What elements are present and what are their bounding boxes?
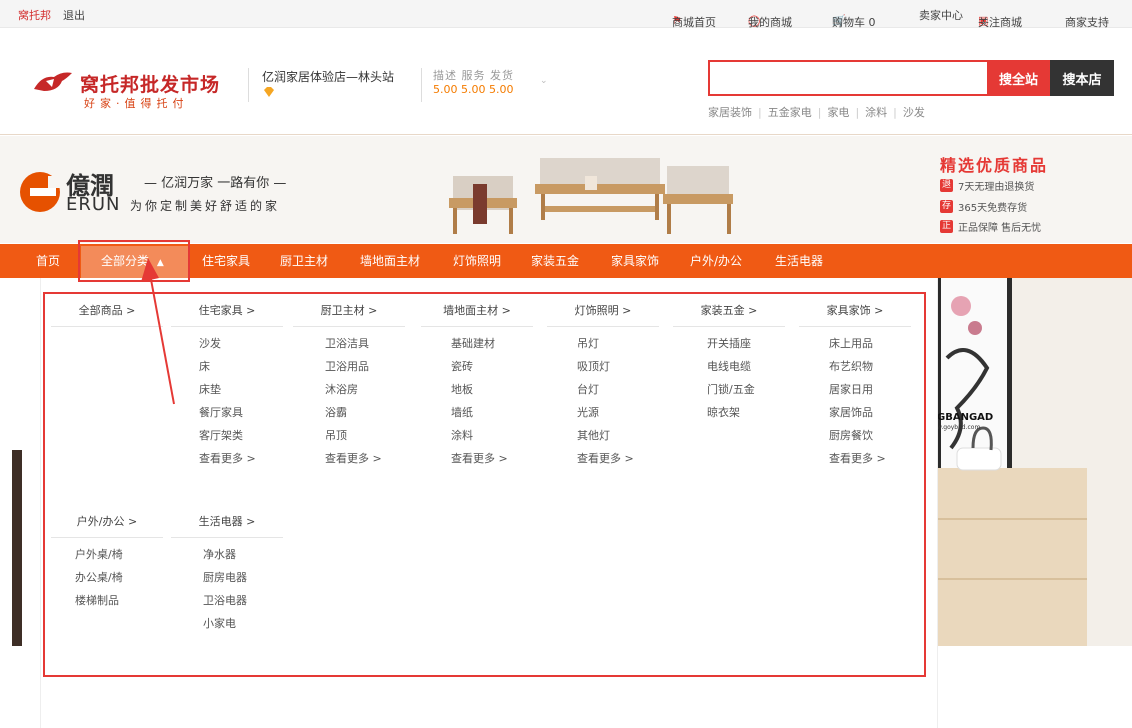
nav-item[interactable]: 灯饰照明 bbox=[453, 244, 501, 278]
divider bbox=[248, 68, 249, 102]
sticker-text: GBANGAD bbox=[937, 412, 994, 423]
chevron-down-icon[interactable]: ⌄ bbox=[540, 76, 548, 86]
slogan-2: 为你定制美好舒适的家 bbox=[130, 199, 281, 213]
background-image-strip bbox=[12, 450, 22, 646]
site-name-link[interactable]: 窝托邦 bbox=[18, 7, 51, 23]
score-values: 5.00 5.00 5.00 bbox=[433, 83, 514, 96]
promo-item: 存 365天免费存货 bbox=[940, 200, 1028, 214]
top-bar: 窝托邦 退出 ⚑ 商城首页 ◯ 我的商城 ⌄ 🛒 购物车 0 ⌄ 卖家中心 ▣ 关注… bbox=[0, 0, 1132, 29]
hot-keyword-link[interactable]: 家居装饰 bbox=[708, 106, 752, 119]
search-all-button[interactable]: 搜全站 bbox=[987, 60, 1050, 96]
search-input[interactable] bbox=[708, 60, 987, 96]
nav-home[interactable]: 首页 bbox=[36, 244, 60, 278]
hot-keyword-link[interactable]: 沙发 bbox=[903, 106, 925, 119]
hot-keywords: 家居装饰 | 五金家电 | 家电 | 涂料 | 沙发 bbox=[708, 106, 925, 119]
slogan-1: — 亿润万家 一路有你 — bbox=[144, 176, 287, 191]
chevron-down-icon: ⌄ bbox=[1067, 14, 1077, 27]
chevron-down-icon: ⌄ bbox=[834, 14, 844, 27]
logo-title[interactable]: 窝托邦批发市场 bbox=[80, 70, 220, 97]
nav-item[interactable]: 墙地面主材 bbox=[360, 244, 420, 278]
chevron-down-icon: ⌄ bbox=[980, 14, 990, 27]
promo-badge: 退 bbox=[940, 179, 953, 192]
hot-keyword-link[interactable]: 家电 bbox=[827, 106, 849, 119]
erun-logo-icon bbox=[20, 172, 62, 212]
promo-item: 正 正品保障 售后无忧 bbox=[940, 220, 1042, 234]
nav-item[interactable]: 住宅家具 bbox=[202, 244, 250, 278]
logo-bird-icon[interactable] bbox=[32, 69, 76, 95]
annotation-arrow-icon bbox=[141, 258, 175, 405]
nav-item[interactable]: 家装五金 bbox=[531, 244, 579, 278]
nav-item[interactable]: 家具家饰 bbox=[611, 244, 659, 278]
seller-center-link[interactable]: 卖家中心 bbox=[919, 7, 963, 23]
logo-subtitle: 好家·值得托付 bbox=[84, 97, 189, 110]
nav-item[interactable]: 厨卫主材 bbox=[280, 244, 328, 278]
logout-link[interactable]: 退出 bbox=[63, 7, 85, 23]
chevron-down-icon: ⌄ bbox=[750, 14, 760, 27]
score-labels: 描述 服务 发货 bbox=[433, 69, 514, 82]
promo-badge: 正 bbox=[940, 220, 953, 233]
store-name[interactable]: 亿润家居体验店—林头站 bbox=[262, 68, 394, 85]
sticker-url: w.goybad.com bbox=[937, 424, 981, 431]
promo-item: 退 7天无理由退换货 bbox=[940, 179, 1035, 193]
nav-item[interactable]: 生活电器 bbox=[775, 244, 823, 278]
nav-item[interactable]: 户外/办公 bbox=[690, 244, 742, 278]
promo-badge: 存 bbox=[940, 200, 953, 213]
furniture-image bbox=[445, 148, 745, 240]
divider bbox=[421, 68, 422, 102]
brand-en: ERUN bbox=[66, 194, 121, 215]
promo-title: 精选优质商品 bbox=[940, 156, 1049, 175]
product-image: GBANGAD w.goybad.com bbox=[937, 278, 1132, 646]
search-store-button[interactable]: 搜本店 bbox=[1050, 60, 1114, 96]
hot-keyword-link[interactable]: 涂料 bbox=[865, 106, 887, 119]
hot-keyword-link[interactable]: 五金家电 bbox=[768, 106, 812, 119]
diamond-icon bbox=[264, 87, 274, 97]
